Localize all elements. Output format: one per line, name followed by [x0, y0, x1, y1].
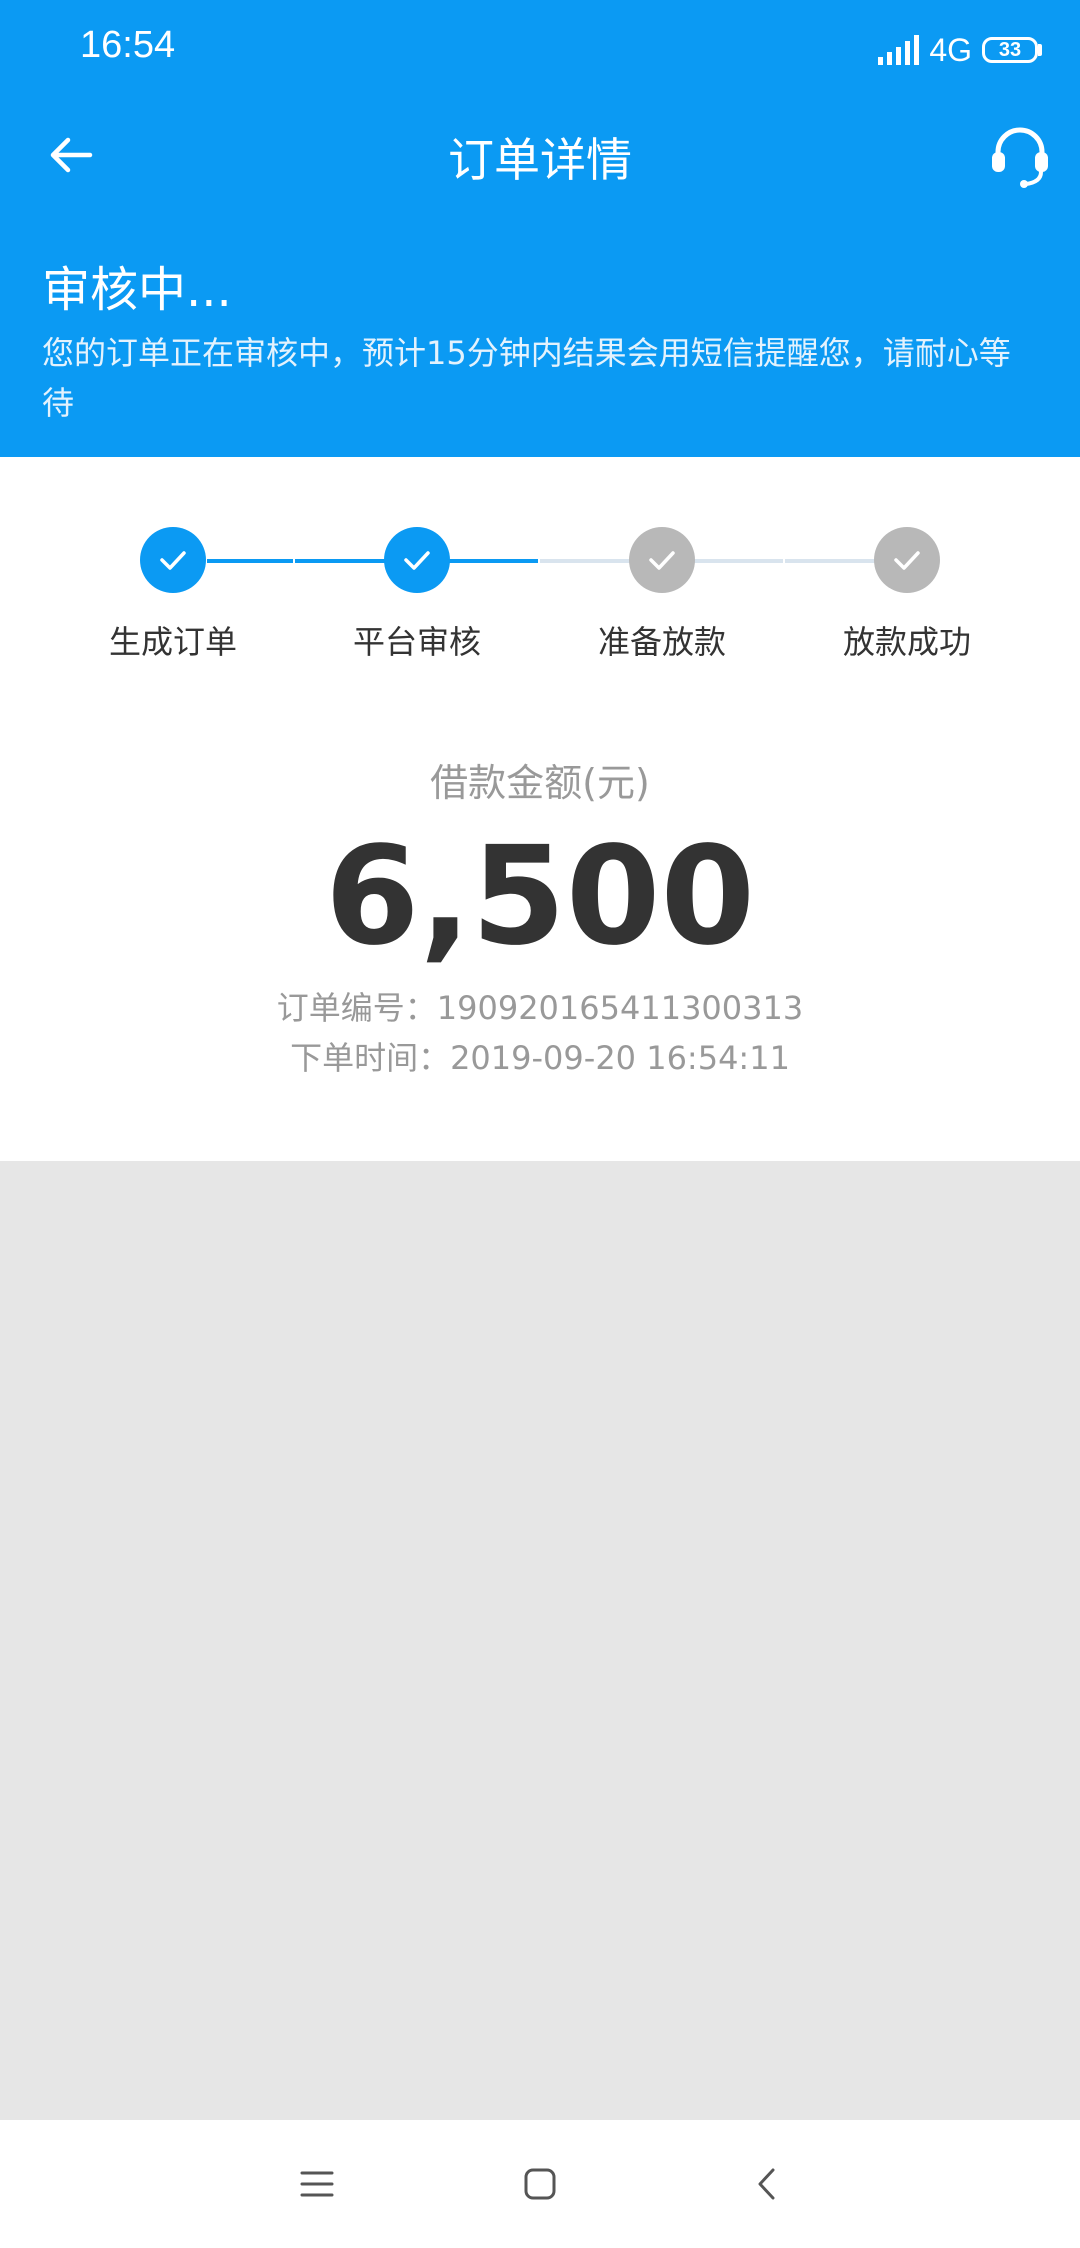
step-check [384, 527, 450, 593]
order-detail-screen: 16:54 4G 33 订单详情 审核中... 您的订单正在审核中，预计15分钟… [0, 0, 1080, 2248]
chevron-left-icon [758, 2168, 775, 2200]
nav-bar: 订单详情 [0, 100, 1080, 210]
home-square-icon [524, 2168, 556, 2200]
progress-stepper: 生成订单 平台审核 准备放款 放款成功 [0, 457, 1080, 687]
step-label: 生成订单 [108, 623, 237, 661]
step-loan-success: 放款成功 [787, 527, 1027, 663]
page-title: 订单详情 [448, 133, 632, 187]
step-platform-review: 平台审核 [297, 527, 537, 663]
recent-apps-button[interactable] [277, 2144, 357, 2224]
system-back-button[interactable] [727, 2144, 807, 2224]
step-check [140, 527, 206, 593]
review-status-title: 审核中... [42, 262, 232, 318]
check-icon [649, 551, 675, 570]
review-status-description: 您的订单正在审核中，预计15分钟内结果会用短信提醒您，请耐心等待 [42, 334, 1011, 422]
status-indicators: 4G 33 [878, 30, 1042, 70]
step-label: 放款成功 [842, 623, 971, 661]
signal-icon [878, 35, 920, 65]
loan-amount: 6,500 [324, 818, 756, 976]
menu-icon [300, 2171, 334, 2197]
check-icon [894, 551, 920, 570]
customer-service-button[interactable] [980, 116, 1060, 196]
battery-level: 33 [998, 39, 1022, 61]
header-area: 16:54 4G 33 订单详情 审核中... 您的订单正在审核中，预计15分钟… [0, 0, 1080, 457]
step-create-order: 生成订单 [53, 527, 293, 663]
battery-icon: 33 [982, 37, 1042, 63]
home-button[interactable] [500, 2144, 580, 2224]
check-icon [404, 551, 430, 570]
system-nav-bar [0, 2120, 1080, 2248]
status-bar: 16:54 4G 33 [0, 0, 1080, 100]
order-card: 生成订单 平台审核 准备放款 放款成功 借款金额(元) 6,500 订单编号：1… [0, 457, 1080, 1161]
headset-icon [992, 127, 1048, 188]
check-icon [160, 551, 186, 570]
loan-amount-label: 借款金额(元) [430, 761, 650, 805]
order-number: 订单编号：1909201654113003​13 [276, 989, 804, 1027]
step-prepare-loan: 准备放款 [542, 527, 782, 663]
step-label: 准备放款 [597, 623, 726, 661]
step-check [874, 527, 940, 593]
step-label: 平台审核 [352, 623, 481, 661]
network-type: 4G [929, 31, 972, 68]
step-check [629, 527, 695, 593]
status-time: 16:54 [80, 24, 176, 66]
order-time: 下单时间：2019-09-20 16:54:11 [290, 1039, 790, 1077]
